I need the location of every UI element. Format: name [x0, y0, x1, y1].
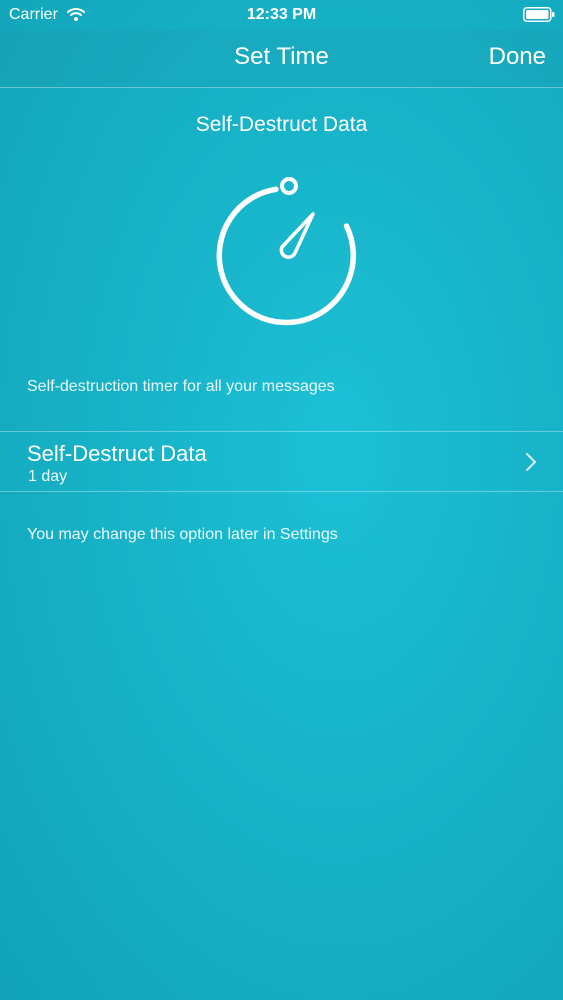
navigation-bar: Set Time Done: [0, 30, 563, 88]
row-title: Self-Destruct Data: [27, 441, 207, 466]
chevron-right-icon: [525, 452, 537, 472]
status-bar: Carrier 12:33 PM: [0, 0, 563, 30]
row-value: 1 day: [28, 468, 68, 485]
settings-note: You may change this option later in Sett…: [27, 526, 338, 543]
section-title: Self-Destruct Data: [195, 113, 368, 136]
timer-caption: Self-destruction timer for all your mess…: [27, 378, 335, 395]
stopwatch-icon: [216, 177, 356, 326]
status-time: 12:33 PM: [246, 6, 317, 23]
self-destruct-data-row[interactable]: Self-Destruct Data 1 day: [0, 431, 563, 492]
page-title: Set Time: [234, 43, 329, 70]
battery-icon: [523, 7, 555, 22]
done-button[interactable]: Done: [489, 43, 546, 71]
